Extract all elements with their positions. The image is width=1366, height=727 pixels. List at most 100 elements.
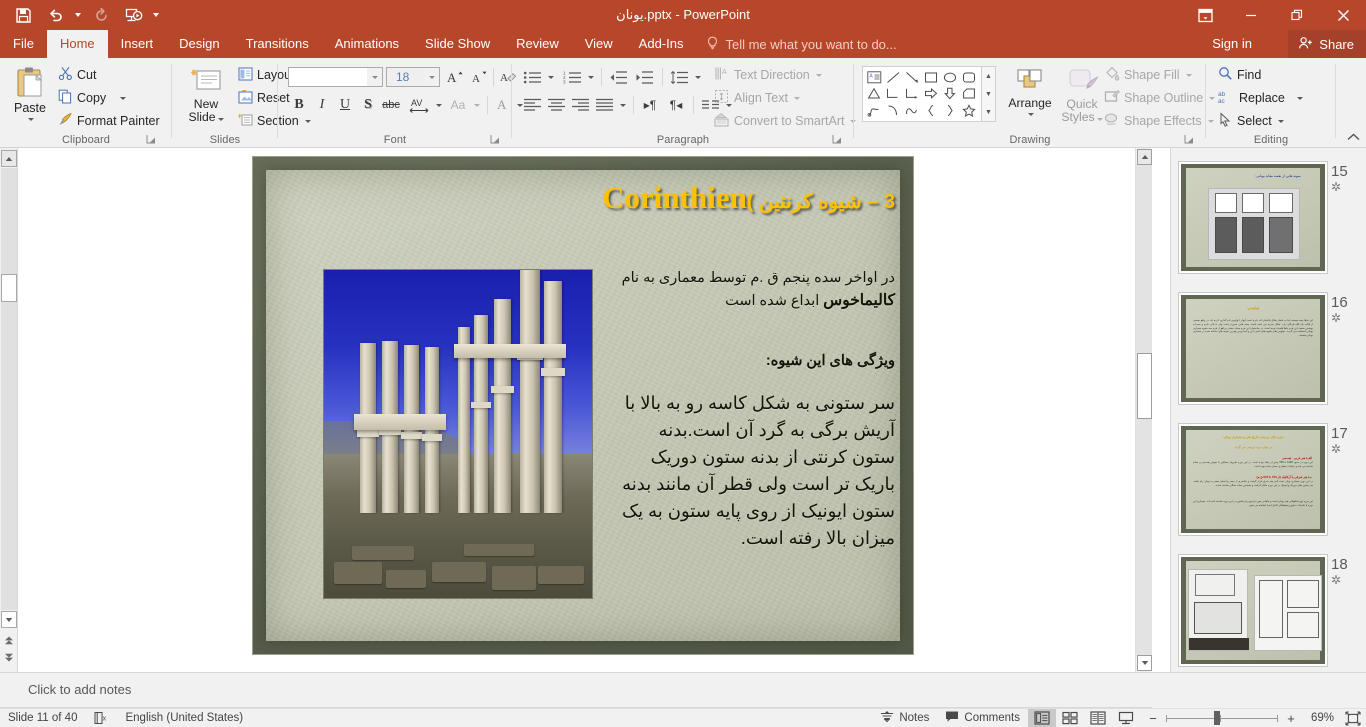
thumbnail-entry[interactable]: دوره های بررسی تاریخ هنر و معماری یونان:… — [1179, 424, 1359, 535]
tab-add-ins[interactable]: Add-Ins — [626, 30, 697, 58]
spell-check-button[interactable]: x — [85, 709, 117, 727]
redo-icon[interactable] — [86, 1, 116, 29]
thumbnail-slide-17[interactable]: دوره های بررسی تاریخ هنر و معماری یونان:… — [1179, 424, 1327, 535]
outline-scroll-thumb[interactable] — [1, 274, 17, 302]
ltr-text-direction-button[interactable]: ▸¶ — [638, 94, 662, 116]
normal-view-button[interactable] — [1028, 708, 1056, 727]
justify-button[interactable] — [592, 94, 616, 116]
thumbnail-slide-18[interactable] — [1179, 555, 1327, 666]
font-dialog-launcher[interactable] — [490, 133, 502, 145]
line-spacing-dropdown-icon[interactable] — [691, 66, 702, 88]
comments-toggle-button[interactable]: Comments — [937, 709, 1028, 727]
shape-arc[interactable] — [884, 102, 903, 119]
paste-dropdown-icon[interactable] — [28, 118, 34, 121]
minimize-icon[interactable] — [1228, 0, 1274, 30]
columns-dropdown-icon[interactable] — [722, 94, 733, 116]
shape-triangle[interactable] — [865, 86, 884, 103]
ribbon-display-options-icon[interactable] — [1182, 0, 1228, 30]
slide-body-paragraph-3[interactable]: سر ستونی به شکل کاسه رو به بالا با آریش … — [615, 390, 895, 552]
new-slide-dropdown-icon[interactable] — [217, 118, 224, 121]
thumbnail-entry[interactable]: 18 ✲ — [1179, 555, 1359, 666]
shape-elbow-connector[interactable] — [884, 86, 903, 103]
thumbnail-entry[interactable]: تولوس: این بناها معبد هستند اما به خاطر … — [1179, 293, 1359, 404]
shapes-grid[interactable]: A — [862, 66, 982, 122]
cut-button[interactable]: Cut — [54, 64, 160, 86]
increase-font-size-button[interactable]: A — [444, 66, 466, 88]
shape-fill-dropdown-icon[interactable] — [1185, 73, 1192, 77]
align-text-dropdown-icon[interactable] — [793, 96, 800, 100]
shape-down-arrow[interactable] — [941, 86, 960, 103]
bullets-dropdown-icon[interactable] — [544, 66, 555, 88]
close-icon[interactable] — [1320, 0, 1366, 30]
slide-image[interactable] — [323, 269, 593, 599]
replace-dropdown-icon[interactable] — [1296, 96, 1303, 100]
language-status[interactable]: English (United States) — [117, 709, 251, 727]
line-spacing-button[interactable] — [667, 66, 691, 88]
format-painter-button[interactable]: Format Painter — [54, 110, 160, 132]
shape-rectangle[interactable] — [922, 69, 941, 86]
zoom-in-button[interactable]: + — [1284, 711, 1298, 726]
sign-in-button[interactable]: Sign in — [1202, 30, 1262, 58]
shape-right-brace[interactable] — [941, 102, 960, 119]
customize-qat-icon[interactable] — [150, 1, 162, 29]
shapes-gallery-scroll[interactable]: ▲ ▼ ▼ — [982, 66, 996, 122]
font-size-dropdown-icon[interactable] — [424, 68, 439, 86]
shape-oval[interactable] — [941, 69, 960, 86]
shape-elbow-arrow-connector[interactable] — [903, 86, 922, 103]
outline-scroll-track[interactable] — [1, 168, 17, 610]
bullets-button[interactable] — [520, 66, 544, 88]
fit-slide-to-window-button[interactable] — [1340, 709, 1366, 727]
slide-scroll-thumb[interactable] — [1137, 353, 1152, 419]
numbering-dropdown-icon[interactable] — [584, 66, 595, 88]
character-spacing-button[interactable]: AV — [406, 94, 432, 116]
justify-dropdown-icon[interactable] — [616, 94, 627, 116]
drawing-dialog-launcher[interactable] — [1184, 133, 1196, 145]
zoom-percentage[interactable]: 69% — [1304, 712, 1340, 724]
paste-button[interactable]: Paste — [8, 62, 52, 134]
decrease-indent-button[interactable] — [606, 66, 630, 88]
copy-button[interactable]: Copy — [54, 87, 160, 109]
current-slide[interactable]: 3 – شیوه کرنتین )Corinthien در اواخر سده… — [253, 157, 913, 654]
save-icon[interactable] — [8, 1, 38, 29]
collapse-ribbon-icon[interactable] — [1344, 128, 1362, 146]
shape-curve[interactable] — [903, 102, 922, 119]
tab-file[interactable]: File — [0, 30, 47, 58]
start-from-beginning-icon[interactable] — [118, 1, 148, 29]
font-size-input[interactable]: 18 — [386, 67, 440, 87]
animation-star-icon[interactable]: ✲ — [1331, 573, 1357, 587]
select-dropdown-icon[interactable] — [1277, 119, 1284, 123]
share-button[interactable]: Share — [1288, 30, 1366, 58]
next-slide-icon[interactable] — [2, 650, 16, 664]
shape-line[interactable] — [884, 69, 903, 86]
shapes-scroll-down-icon[interactable]: ▼ — [982, 85, 995, 103]
shapes-scroll-up-icon[interactable]: ▲ — [982, 67, 995, 85]
font-name-input[interactable] — [288, 67, 383, 87]
shape-folded-corner[interactable] — [960, 86, 979, 103]
shapes-more-icon[interactable]: ▼ — [982, 103, 995, 121]
align-left-button[interactable] — [520, 94, 544, 116]
tab-view[interactable]: View — [572, 30, 626, 58]
shape-textbox[interactable]: A — [865, 69, 884, 86]
slide-show-button[interactable] — [1112, 709, 1140, 727]
find-button[interactable]: Find — [1214, 64, 1265, 86]
shape-star[interactable] — [960, 102, 979, 119]
shape-right-arrow[interactable] — [922, 86, 941, 103]
quick-styles-button[interactable]: Quick Styles — [1058, 64, 1106, 134]
tab-review[interactable]: Review — [503, 30, 572, 58]
shape-effects-button[interactable]: Shape Effects — [1100, 110, 1218, 132]
arrange-button[interactable]: Arrange — [1004, 64, 1056, 134]
columns-button-main[interactable] — [698, 94, 722, 116]
strikethrough-button[interactable]: abc — [380, 94, 402, 116]
slide-body-heading-2[interactable]: ویژگی های این شیوه: — [615, 353, 895, 369]
italic-button[interactable]: I — [311, 94, 333, 116]
tab-design[interactable]: Design — [166, 30, 232, 58]
rtl-text-direction-button[interactable]: ¶◂ — [664, 94, 688, 116]
clipboard-dialog-launcher[interactable] — [146, 133, 158, 145]
slide-thumbnail-pane[interactable]: نمونه هایی از نقشه معابد یونانی: 15 ✲ تو… — [1170, 148, 1366, 672]
text-direction-button[interactable]: A Text Direction — [710, 64, 826, 86]
text-shadow-button[interactable]: S — [357, 94, 379, 116]
thumbnail-slide-15[interactable]: نمونه هایی از نقشه معابد یونانی: — [1179, 162, 1327, 273]
copy-dropdown-icon[interactable] — [120, 96, 127, 100]
tab-home[interactable]: Home — [46, 30, 108, 58]
slide-scroll-down-icon[interactable] — [1137, 655, 1152, 671]
